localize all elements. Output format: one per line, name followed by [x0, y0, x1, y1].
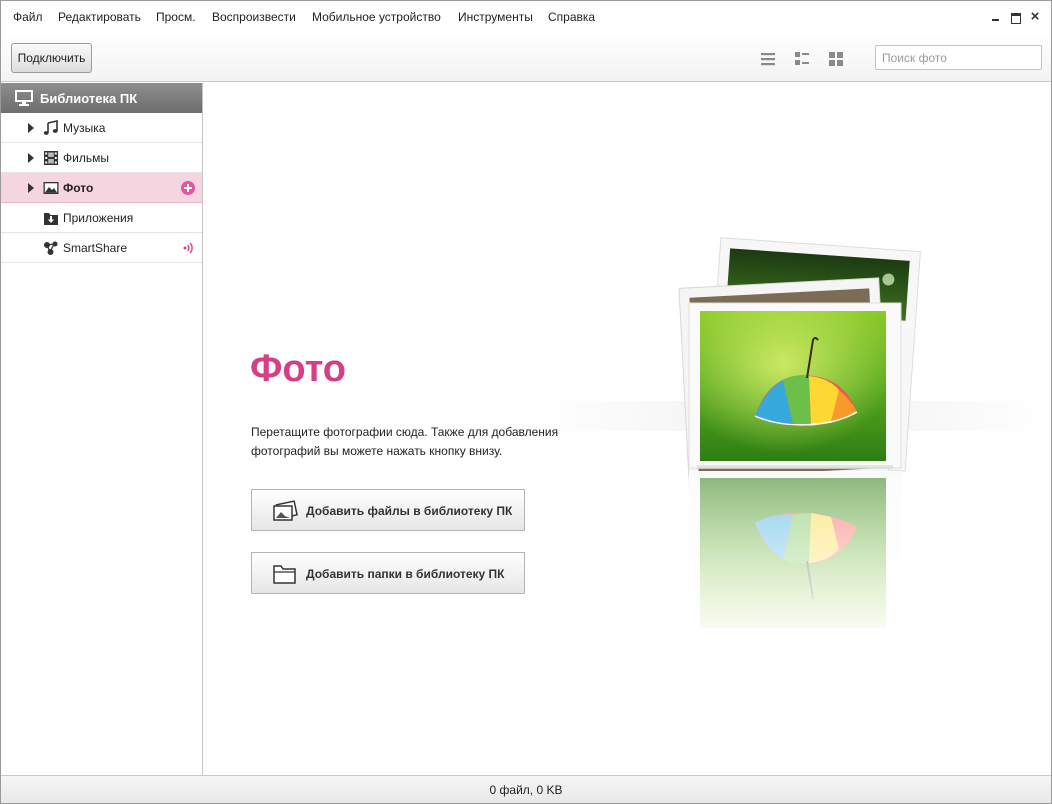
- sidebar-header-pc-library[interactable]: Библиотека ПК: [1, 83, 202, 113]
- sidebar-header-label: Библиотека ПК: [40, 91, 138, 106]
- page-title: Фото: [250, 348, 347, 390]
- menu-file[interactable]: Файл: [13, 10, 43, 24]
- toolbar: Подключить: [1, 33, 1051, 82]
- list-view-icon[interactable]: [760, 51, 776, 67]
- menu-mobile-device[interactable]: Мобильное устройство: [312, 10, 441, 24]
- menu-help[interactable]: Справка: [548, 10, 595, 24]
- menu-view[interactable]: Просм.: [156, 10, 196, 24]
- menu-play[interactable]: Воспроизвести: [212, 10, 296, 24]
- minimize-button[interactable]: [989, 10, 1003, 24]
- photo-icon: [43, 182, 59, 194]
- wireless-icon[interactable]: [181, 241, 195, 255]
- app-download-icon: [44, 213, 58, 225]
- sidebar-item-label: Фильмы: [63, 151, 109, 165]
- close-button[interactable]: ×: [1028, 9, 1042, 24]
- grid-view-icon[interactable]: [828, 51, 844, 67]
- music-note-icon: [43, 120, 58, 135]
- sidebar-item-photos[interactable]: Фото: [1, 173, 202, 203]
- folder-icon: [273, 565, 296, 584]
- expand-arrow-icon[interactable]: [28, 183, 34, 193]
- menu-bar: Файл Редактировать Просм. Воспроизвести …: [1, 1, 1051, 33]
- menu-tools[interactable]: Инструменты: [458, 10, 533, 24]
- status-bar: 0 файл, 0 KB: [1, 775, 1051, 803]
- detail-view-icon[interactable]: [794, 51, 810, 67]
- page-description: Перетащите фотографии сюда. Также для до…: [251, 425, 559, 458]
- sidebar-item-music[interactable]: Музыка: [1, 113, 202, 143]
- sidebar-item-label: SmartShare: [63, 241, 128, 255]
- sidebar-item-movies[interactable]: Фильмы: [1, 143, 202, 173]
- maximize-button[interactable]: [1009, 10, 1023, 24]
- sidebar-item-label: Приложения: [63, 211, 134, 225]
- connect-button[interactable]: Подключить: [11, 43, 92, 73]
- expand-arrow-icon[interactable]: [28, 123, 34, 133]
- add-icon[interactable]: [181, 181, 195, 195]
- film-icon: [44, 151, 58, 165]
- search-input[interactable]: [875, 45, 1042, 70]
- app-window: Файл Редактировать Просм. Воспроизвести …: [0, 0, 1052, 804]
- add-files-icon: [273, 500, 298, 521]
- main-content: Фото Перетащите фотографии сюда. Также д…: [203, 83, 1051, 775]
- menu-edit[interactable]: Редактировать: [58, 10, 141, 24]
- add-files-label: Добавить файлы в библиотеку ПК: [306, 504, 513, 518]
- add-folders-label: Добавить папки в библиотеку ПК: [306, 567, 505, 581]
- status-text: 0 файл, 0 KB: [489, 783, 563, 797]
- add-files-button[interactable]: Добавить файлы в библиотеку ПК: [251, 489, 525, 531]
- photo-stack-illustration: [678, 237, 921, 643]
- sidebar-item-apps[interactable]: Приложения: [1, 203, 202, 233]
- add-folders-button[interactable]: Добавить папки в библиотеку ПК: [251, 552, 525, 594]
- monitor-icon: [15, 90, 33, 106]
- sidebar: Библиотека ПК Музыка Фильмы Фото Приложе…: [1, 83, 203, 775]
- sidebar-item-smartshare[interactable]: SmartShare: [1, 233, 202, 263]
- sidebar-item-label: Музыка: [63, 121, 106, 135]
- sidebar-item-label: Фото: [63, 181, 94, 195]
- smartshare-icon: [44, 241, 58, 255]
- expand-arrow-icon[interactable]: [28, 153, 34, 163]
